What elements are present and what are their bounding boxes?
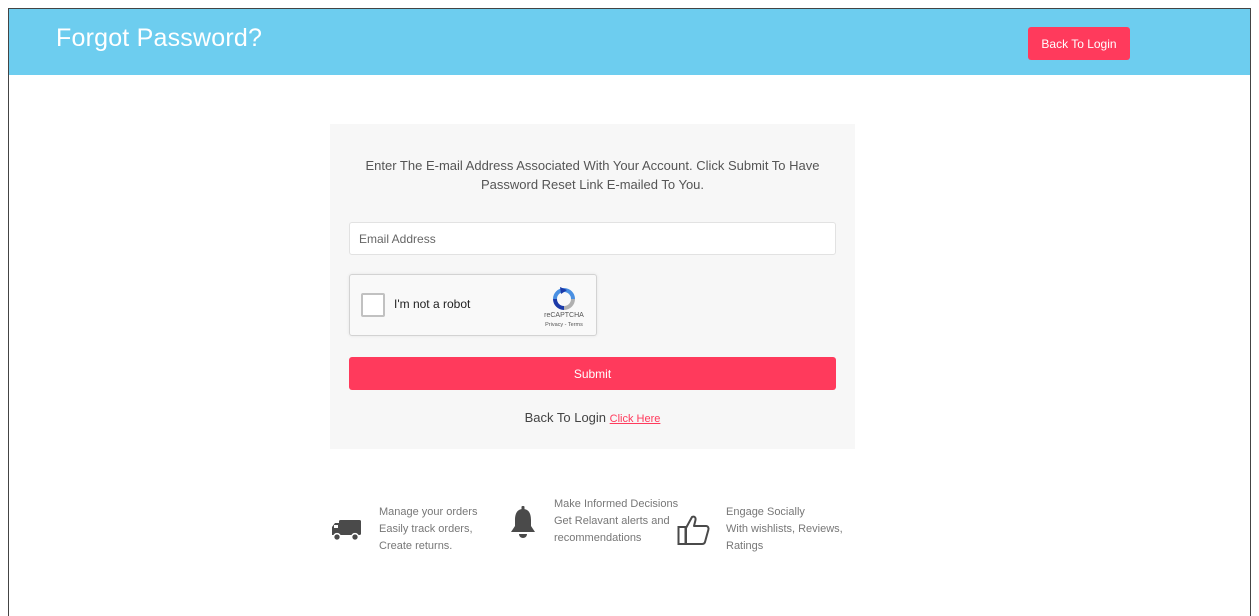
recaptcha-brand: reCAPTCHA	[544, 312, 584, 319]
header-bar: Forgot Password? Back To Login	[9, 9, 1250, 75]
instructions-text: Enter The E-mail Address Associated With…	[365, 158, 820, 192]
feature-desc: Easily track orders, Create returns.	[379, 523, 473, 552]
bell-icon	[506, 505, 540, 539]
feature-text: Make Informed Decisions Get Relavant ale…	[554, 496, 682, 547]
feature-title: Make Informed Decisions	[554, 498, 679, 510]
feature-informed-decisions: Make Informed Decisions Get Relavant ale…	[506, 496, 682, 547]
email-input[interactable]	[349, 222, 836, 255]
thumbs-up-icon	[677, 513, 711, 547]
click-here-link[interactable]: Click Here	[610, 413, 661, 425]
feature-text: Engage Socially With wishlists, Reviews,…	[726, 504, 861, 555]
recaptcha-icon	[553, 287, 575, 310]
recaptcha-checkbox[interactable]	[361, 293, 385, 317]
recaptcha-links[interactable]: Privacy - Terms	[539, 322, 589, 328]
back-to-login-text: Back To Login	[524, 410, 607, 425]
recaptcha-label: I'm not a robot	[394, 297, 471, 311]
submit-button[interactable]: Submit	[349, 357, 836, 390]
back-to-login-button[interactable]: Back To Login	[1028, 27, 1130, 60]
feature-desc: With wishlists, Reviews, Ratings	[726, 523, 843, 552]
page-frame: Forgot Password? Back To Login Enter The…	[8, 8, 1251, 616]
feature-title: Manage your orders	[379, 506, 478, 518]
feature-desc: Get Relavant alerts and recommendations	[554, 515, 670, 544]
page-title: Forgot Password?	[56, 24, 263, 52]
truck-icon	[330, 513, 364, 547]
feature-manage-orders: Manage your orders Easily track orders, …	[330, 504, 499, 555]
back-to-login-line: Back To Login Click Here	[330, 410, 855, 425]
forgot-password-card: Enter The E-mail Address Associated With…	[330, 124, 855, 449]
feature-engage-socially: Engage Socially With wishlists, Reviews,…	[677, 504, 861, 555]
feature-title: Engage Socially	[726, 506, 805, 518]
feature-text: Manage your orders Easily track orders, …	[379, 504, 499, 555]
recaptcha-widget: I'm not a robot reCAPTCHA Privacy - Term…	[349, 274, 597, 336]
